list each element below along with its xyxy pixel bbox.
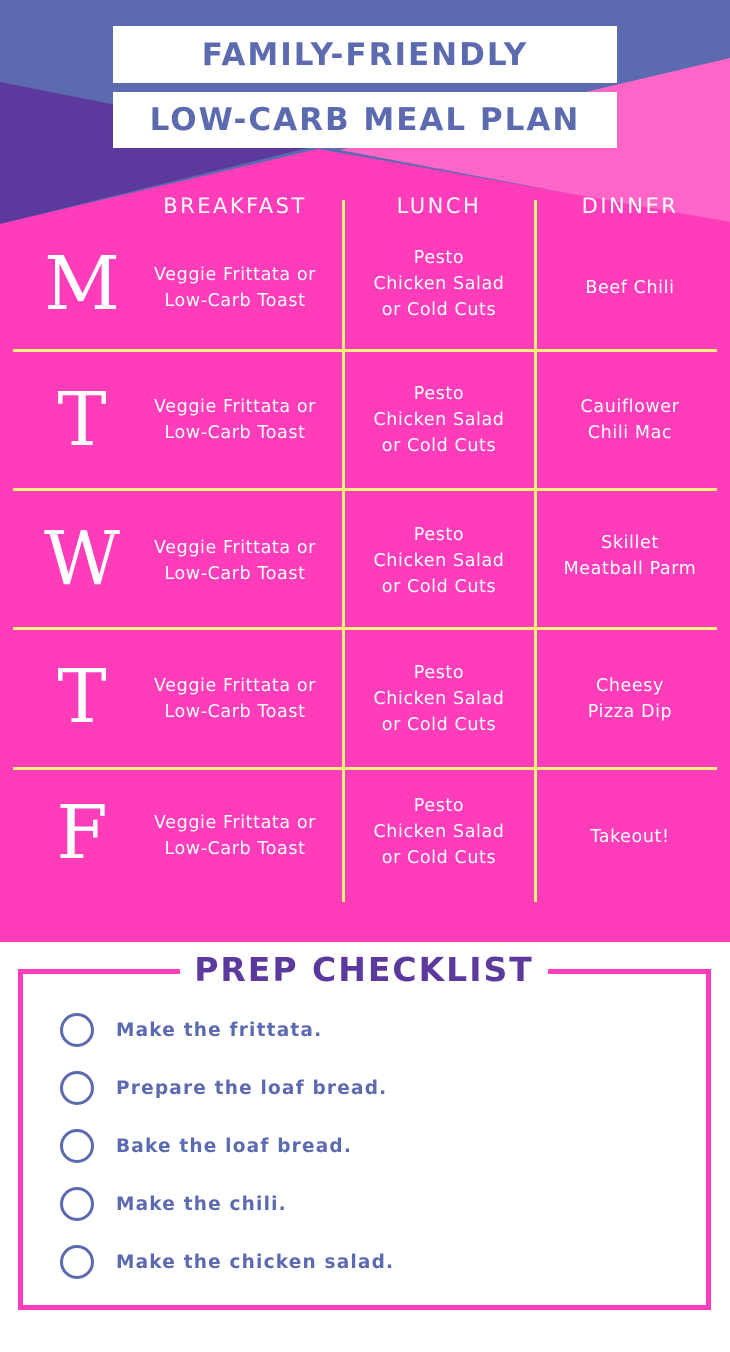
checklist-item-label: Make the frittata. <box>116 1019 323 1041</box>
checklist-item-label: Make the chili. <box>116 1193 287 1215</box>
column-header-lunch: LUNCH <box>396 194 482 218</box>
checklist-item[interactable]: Prepare the loaf bread. <box>60 1070 387 1106</box>
checklist-item[interactable]: Make the chicken salad. <box>60 1244 394 1280</box>
lunch-cell: Pesto Chicken Salad or Cold Cuts <box>346 630 532 768</box>
grid-divider-horizontal <box>13 488 717 491</box>
breakfast-text: Veggie Frittata or Low-Carb Toast <box>154 676 316 722</box>
dinner-text: Takeout! <box>590 827 670 847</box>
lunch-cell: Pesto Chicken Salad or Cold Cuts <box>346 492 532 630</box>
lunch-text: Pesto Chicken Salad or Cold Cuts <box>373 248 505 320</box>
checkbox-circle-icon[interactable] <box>60 1187 94 1221</box>
dinner-cell: Takeout! <box>538 770 722 904</box>
dinner-cell: Skillet Meatball Parm <box>538 492 722 620</box>
lunch-text: Pesto Chicken Salad or Cold Cuts <box>373 663 505 735</box>
dinner-text: Cauiflower Chili Mac <box>580 397 680 443</box>
dinner-cell: Cheesy Pizza Dip <box>538 630 722 768</box>
checkbox-circle-icon[interactable] <box>60 1245 94 1279</box>
day-letter: M <box>44 241 120 327</box>
lunch-cell: Pesto Chicken Salad or Cold Cuts <box>346 228 532 340</box>
checklist-item[interactable]: Bake the loaf bread. <box>60 1128 352 1164</box>
breakfast-text: Veggie Frittata or Low-Carb Toast <box>154 538 316 584</box>
breakfast-cell: Veggie Frittata or Low-Carb Toast <box>135 228 335 348</box>
day-letter: T <box>57 654 107 740</box>
breakfast-cell: Veggie Frittata or Low-Carb Toast <box>135 630 335 768</box>
dinner-text: Cheesy Pizza Dip <box>587 676 673 722</box>
breakfast-text: Veggie Frittata or Low-Carb Toast <box>154 397 316 443</box>
breakfast-cell: Veggie Frittata or Low-Carb Toast <box>135 492 335 630</box>
checklist-item-label: Make the chicken salad. <box>116 1251 395 1273</box>
lunch-text: Pesto Chicken Salad or Cold Cuts <box>373 796 505 868</box>
dinner-text: Beef Chili <box>585 278 675 298</box>
dinner-cell: Beef Chili <box>538 228 722 348</box>
day-letter: W <box>43 516 121 602</box>
checkbox-circle-icon[interactable] <box>60 1013 94 1047</box>
column-header-dinner: DINNER <box>581 194 679 218</box>
checklist-item-label: Bake the loaf bread. <box>116 1135 353 1157</box>
lunch-text: Pesto Chicken Salad or Cold Cuts <box>373 384 505 456</box>
day-letter: F <box>56 790 108 876</box>
title-line-2: LOW-CARB MEAL PLAN <box>113 92 617 148</box>
checklist-item[interactable]: Make the frittata. <box>60 1012 322 1048</box>
day-letter: T <box>57 377 107 463</box>
checkbox-circle-icon[interactable] <box>60 1129 94 1163</box>
lunch-cell: Pesto Chicken Salad or Cold Cuts <box>346 352 532 488</box>
breakfast-text: Veggie Frittata or Low-Carb Toast <box>154 265 316 311</box>
dinner-text: Skillet Meatball Parm <box>563 533 697 579</box>
checklist-item-label: Prepare the loaf bread. <box>116 1077 388 1099</box>
dinner-cell: Cauiflower Chili Mac <box>538 352 722 488</box>
lunch-cell: Pesto Chicken Salad or Cold Cuts <box>346 770 532 894</box>
breakfast-cell: Veggie Frittata or Low-Carb Toast <box>135 352 335 488</box>
breakfast-cell: Veggie Frittata or Low-Carb Toast <box>135 770 335 902</box>
column-header-breakfast: BREAKFAST <box>163 194 307 218</box>
prep-checklist-title: PREP CHECKLIST <box>180 948 548 992</box>
title-line-1: FAMILY-FRIENDLY <box>113 26 617 83</box>
lunch-text: Pesto Chicken Salad or Cold Cuts <box>373 525 505 597</box>
breakfast-text: Veggie Frittata or Low-Carb Toast <box>154 813 316 859</box>
grid-divider-vertical <box>534 200 537 902</box>
checklist-item[interactable]: Make the chili. <box>60 1186 287 1222</box>
grid-divider-vertical <box>342 200 345 902</box>
checkbox-circle-icon[interactable] <box>60 1071 94 1105</box>
